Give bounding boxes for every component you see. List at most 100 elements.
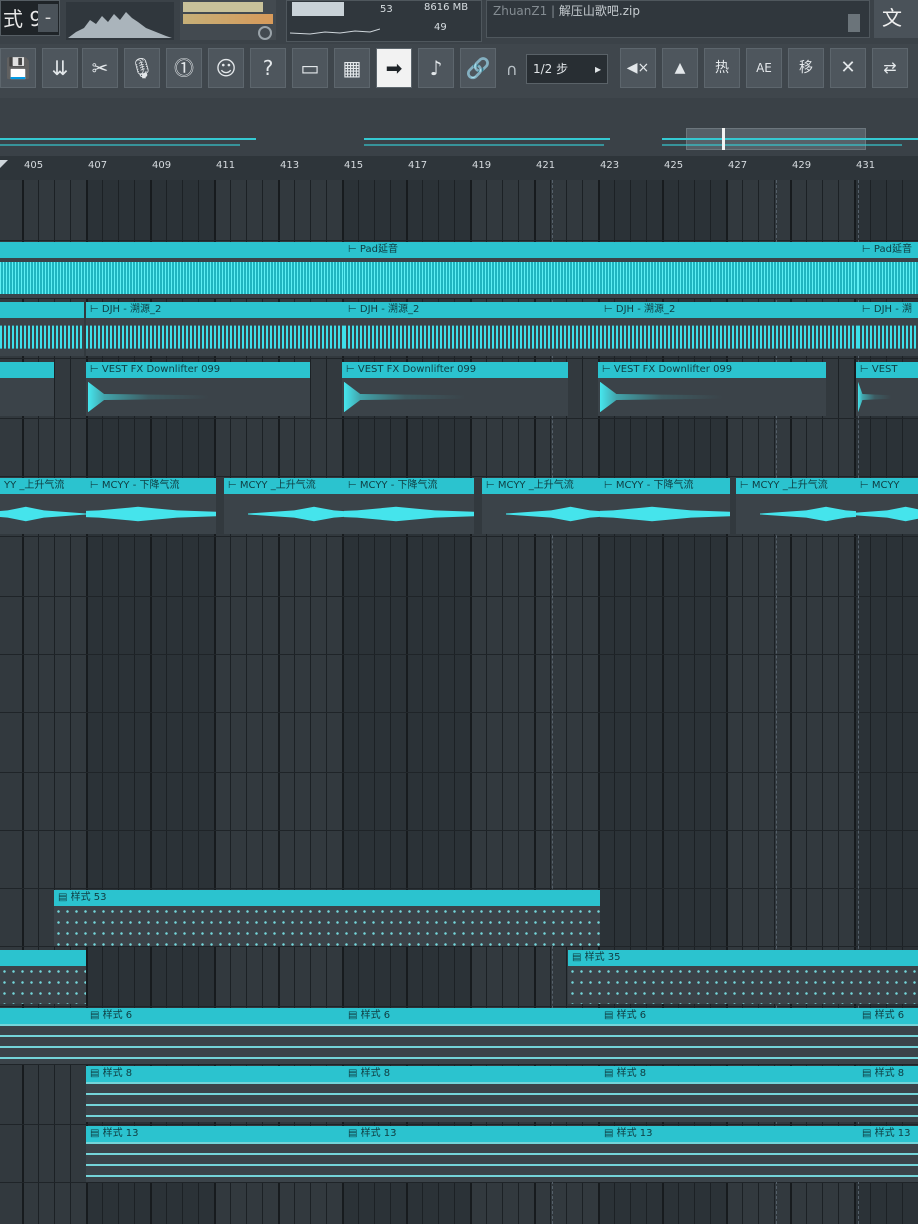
metronome-icon[interactable]: ⓵ — [166, 48, 202, 88]
oscilloscope — [66, 2, 174, 40]
playlist-icon[interactable]: ▭ — [292, 48, 328, 88]
audio-clip-djh[interactable] — [0, 302, 84, 356]
overview-clip-line — [0, 138, 256, 140]
audio-clip-pad[interactable] — [0, 242, 344, 298]
pattern-clip-8[interactable]: ▤ 样式 8 — [858, 1066, 918, 1122]
audio-clip-downlifter[interactable]: ⊢ VEST FX Downlifter 099 — [86, 362, 310, 416]
audio-clip-downlifter[interactable]: ⊢ VEST — [856, 362, 918, 416]
pattern-clip-8[interactable]: ▤ 样式 8 — [344, 1066, 600, 1122]
clip-waveform — [856, 378, 918, 416]
hint-text: 解压山歌吧.zip — [558, 4, 640, 18]
audio-clip-mcyy-up[interactable]: ⊢ MCYY _上升气流 — [224, 478, 344, 534]
clip-label: ⊢ MCYY - 下降气流 — [600, 478, 730, 494]
hot-icon[interactable]: 热 — [704, 48, 740, 88]
microphone-icon[interactable]: 🎙 — [124, 48, 160, 88]
overview-clip-line — [364, 138, 610, 140]
clip-header[interactable] — [0, 1008, 86, 1024]
compact-icon[interactable]: ⇊ — [42, 48, 78, 88]
audio-clip-mcyy-up[interactable]: ⊢ MCYY _上升气流 — [482, 478, 600, 534]
pattern-clip-8[interactable]: ▤ 样式 8 — [86, 1066, 344, 1122]
audio-clip-downlifter[interactable]: ⊢ VEST FX Downlifter 099 — [598, 362, 826, 416]
audio-clip-djh[interactable]: ⊢ DJH - 溯源_2 — [600, 302, 858, 356]
clip-waveform — [342, 378, 568, 416]
close-icon[interactable]: ✕ — [830, 48, 866, 88]
ruler-tick: 427 — [728, 160, 748, 171]
audio-clip-mcyy-down[interactable]: ⊢ MCYY - 下降气流 — [600, 478, 730, 534]
clip-waveform — [224, 494, 344, 534]
clip-notes — [54, 906, 600, 946]
save-icon[interactable]: 💾 — [0, 48, 36, 88]
pattern-clip-13[interactable]: ▤ 样式 13 — [858, 1126, 918, 1182]
clip-header[interactable] — [0, 242, 344, 258]
help-icon[interactable]: ? — [250, 48, 286, 88]
playhead-marker[interactable] — [722, 128, 725, 150]
pitch-knob-icon[interactable] — [258, 26, 272, 40]
audio-clip-pad[interactable]: ⊢ Pad延音 — [344, 242, 858, 298]
track-divider — [0, 946, 918, 947]
ruler-tick: 423 — [600, 160, 620, 171]
smiley-icon[interactable]: ☺ — [208, 48, 244, 88]
pattern-clip-6[interactable]: ▤ 样式 6 — [858, 1008, 918, 1064]
piano-roll-icon[interactable]: ▦ — [334, 48, 370, 88]
timeline-ruler[interactable] — [0, 156, 918, 181]
clip-label: ▤ 样式 8 — [86, 1066, 344, 1082]
master-volume-meter[interactable] — [183, 2, 263, 12]
snap-selector[interactable]: 1/2 步 ▸ — [526, 54, 608, 84]
clip-notes — [86, 1082, 344, 1122]
pattern-selector-arrow[interactable]: - — [38, 4, 58, 32]
track-divider — [0, 1182, 918, 1183]
track-divider — [0, 240, 918, 241]
master-pitch-meter[interactable] — [183, 14, 273, 24]
clip-header[interactable] — [0, 302, 84, 318]
cut-icon[interactable]: ✂ — [82, 48, 118, 88]
clip-label: ⊢ MCYY _上升气流 — [482, 478, 600, 494]
track-divider — [0, 772, 918, 773]
clip-label: ▤ 样式 13 — [344, 1126, 600, 1142]
audio-clip-mcyy-down[interactable]: ⊢ MCYY - 下降气流 — [344, 478, 474, 534]
ae-icon[interactable]: AE — [746, 48, 782, 88]
pattern-clip[interactable] — [0, 950, 86, 1004]
pattern-selector-label: 式 9 — [3, 7, 43, 31]
menu-file[interactable]: 文件 — [874, 0, 918, 66]
pattern-clip-8[interactable]: ▤ 样式 8 — [600, 1066, 858, 1122]
clip-label: ▤ 样式 6 — [600, 1008, 858, 1024]
pattern-clip-13[interactable]: ▤ 样式 13 — [600, 1126, 858, 1182]
audio-clip-downlifter[interactable]: ⊢ VEST FX Downlifter 099 — [342, 362, 568, 416]
pattern-clip-35[interactable]: ▤ 样式 35 — [568, 950, 918, 1004]
swap-icon[interactable]: ⇄ — [872, 48, 908, 88]
pattern-clip-6[interactable]: ▤ 样式 6 — [344, 1008, 600, 1064]
mute-icon[interactable]: ◀× — [620, 48, 656, 88]
move-icon[interactable]: 移 — [788, 48, 824, 88]
stamp-icon[interactable]: ▲ — [662, 48, 698, 88]
pattern-clip-53[interactable]: ▤ 样式 53 — [54, 890, 600, 946]
audio-clip-mcyy-down[interactable]: ⊢ MCYY — [856, 478, 918, 534]
audio-clip-pad[interactable]: ⊢ Pad延音 — [858, 242, 918, 298]
arrow-right-icon[interactable]: ➡ — [376, 48, 412, 88]
track-divider — [0, 1124, 918, 1125]
magnet-icon[interactable]: ∩ — [506, 60, 518, 79]
audio-clip-djh[interactable]: ⊢ DJH - 溯源_2 — [344, 302, 600, 356]
audio-clip-djh[interactable]: ⊢ DJH - 溯源_2 — [86, 302, 344, 356]
pattern-clip-13[interactable]: ▤ 样式 13 — [86, 1126, 344, 1182]
pattern-clip-6[interactable]: ▤ 样式 6 — [86, 1008, 344, 1064]
clip-waveform — [0, 378, 54, 416]
link-icon[interactable]: 🔗 — [460, 48, 496, 88]
clip-waveform — [344, 318, 600, 356]
audio-clip-djh[interactable]: ⊢ DJH - 溯 — [858, 302, 918, 356]
clip-header[interactable] — [0, 362, 54, 378]
clip-label: ⊢ DJH - 溯源_2 — [86, 302, 344, 318]
clip-label: ⊢ Pad延音 — [858, 242, 918, 258]
audio-clip-downlifter[interactable] — [0, 362, 54, 416]
plugin-icon[interactable]: ♪ — [418, 48, 454, 88]
clip-header[interactable] — [0, 950, 86, 966]
ruler-tick: 421 — [536, 160, 556, 171]
audio-clip-mcyy-up[interactable]: ⊢ MCYY _上升气流 — [736, 478, 856, 534]
audio-clip-mcyy-down[interactable]: ⊢ MCYY - 下降气流 — [86, 478, 216, 534]
audio-clip-mcyy-up[interactable]: YY _上升气流 — [0, 478, 86, 534]
overview-clip-line — [662, 138, 918, 140]
hint-bar-handle-icon[interactable] — [848, 14, 860, 32]
pattern-clip[interactable] — [0, 1008, 86, 1064]
pattern-clip-6[interactable]: ▤ 样式 6 — [600, 1008, 858, 1064]
pattern-clip-13[interactable]: ▤ 样式 13 — [344, 1126, 600, 1182]
track-divider — [0, 1006, 918, 1007]
